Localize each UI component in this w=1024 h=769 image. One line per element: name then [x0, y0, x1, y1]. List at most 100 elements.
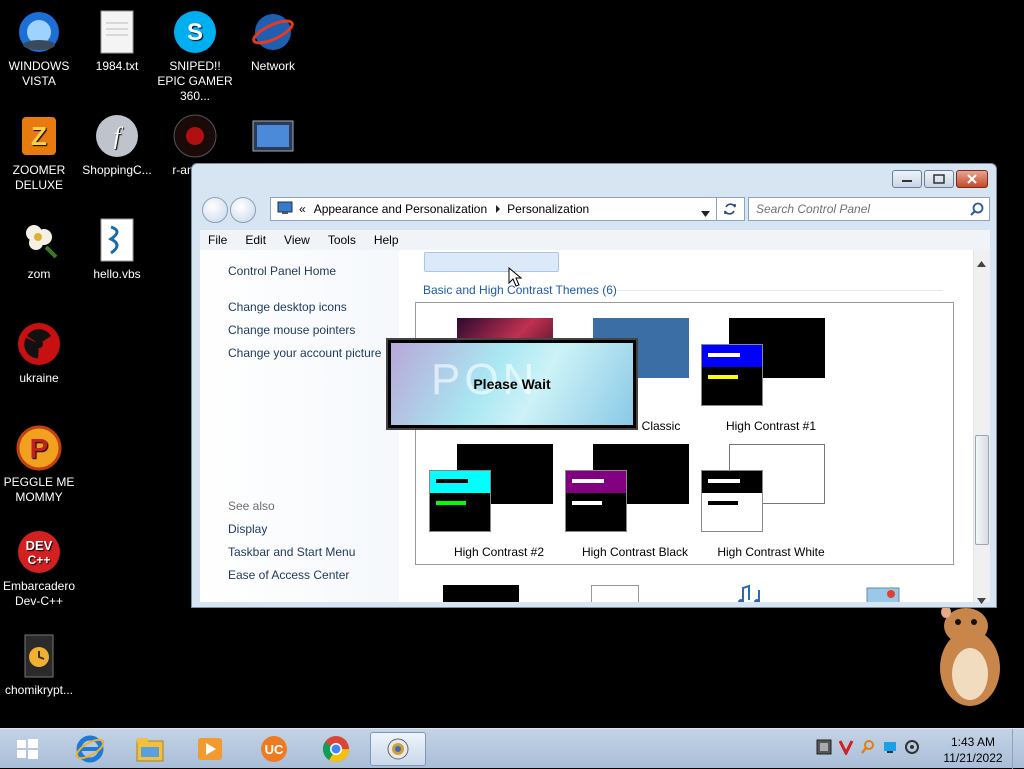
theme-label: High Contrast #2	[453, 545, 545, 559]
taskbar: UC 1:43 AM 11/21/2022	[0, 728, 1024, 769]
desktop-icon-network[interactable]: Network	[234, 8, 312, 74]
breadcrumb-appearance[interactable]: Appearance and Personalization	[314, 202, 487, 216]
desktop-icon-label: ZOOMER DELUXE	[12, 163, 66, 192]
desktop-icon-label: ukraine	[19, 371, 59, 385]
tray-volume-icon[interactable]	[904, 739, 920, 760]
desktop-icon-zom[interactable]: zom	[0, 216, 78, 282]
svg-text:S: S	[187, 19, 203, 46]
desktop-icon-shopping[interactable]: f ShoppingC...	[78, 112, 156, 178]
close-button[interactable]	[956, 170, 988, 188]
sounds-icon[interactable]	[735, 584, 771, 602]
tray-network-icon[interactable]	[882, 739, 898, 760]
theme-window-preview	[701, 470, 763, 532]
desktop-icon-1984-txt[interactable]: 1984.txt	[78, 8, 156, 74]
left-pane: Control Panel Home Change desktop icons …	[200, 250, 399, 602]
taskbar-clock[interactable]: 1:43 AM 11/21/2022	[940, 734, 1006, 766]
minimize-icon	[902, 180, 912, 182]
group-divider	[617, 290, 943, 291]
clock-file-icon	[15, 632, 63, 680]
taskbar-file-explorer[interactable]	[122, 732, 178, 766]
please-wait-text: Please Wait	[473, 376, 551, 392]
tray-app-icon[interactable]	[816, 739, 832, 760]
scroll-down-icon[interactable]	[977, 591, 986, 609]
screen-saver-icon[interactable]	[865, 584, 901, 602]
close-icon	[967, 174, 977, 184]
theme-window-preview	[429, 470, 491, 532]
desktop-icon-label: ShoppingC...	[82, 163, 152, 177]
control-panel-home-link[interactable]: Control Panel Home	[228, 264, 336, 278]
theme-top-dark[interactable]	[424, 252, 559, 272]
mouse-cursor-icon	[508, 266, 523, 292]
scrollbar-thumb[interactable]	[975, 435, 989, 545]
svg-text:C++: C++	[28, 553, 51, 567]
control-panel-icon	[277, 201, 293, 218]
menu-help[interactable]: Help	[366, 233, 407, 247]
desktop-icon-chomikrypt[interactable]: chomikrypt...	[0, 632, 78, 698]
theme-top-light[interactable]	[561, 252, 696, 272]
show-desktop-button[interactable]	[1012, 729, 1024, 769]
forward-button[interactable]	[230, 197, 256, 223]
display-link[interactable]: Display	[228, 522, 267, 536]
address-bar[interactable]: « Appearance and Personalization Persona…	[270, 197, 745, 221]
window-controls	[892, 170, 988, 188]
address-dropdown-icon[interactable]	[701, 206, 710, 220]
back-button[interactable]	[202, 197, 228, 223]
flash-icon: f	[93, 112, 141, 160]
windows-vista-icon	[15, 8, 63, 56]
radiation-icon	[15, 320, 63, 368]
desktop-icon-sniped-epic-gamer[interactable]: S SNIPED!! EPIC GAMER 360...	[156, 8, 234, 104]
see-also-label: See also	[228, 499, 275, 513]
taskbar-media-player[interactable]	[182, 732, 238, 766]
scroll-up-icon[interactable]	[977, 254, 986, 272]
clock-time: 1:43 AM	[950, 735, 996, 749]
taskbar-chrome[interactable]	[308, 732, 364, 766]
tray-antivirus-icon[interactable]	[838, 739, 854, 760]
clock-date: 11/21/2022	[943, 751, 1003, 765]
navigation-row: « Appearance and Personalization Persona…	[200, 194, 990, 224]
taskbar-internet-explorer[interactable]	[62, 732, 118, 766]
menu-edit[interactable]: Edit	[237, 233, 274, 247]
r-ant-icon	[171, 112, 219, 160]
uc-browser-icon: UC	[261, 736, 287, 762]
skype-icon: S	[171, 8, 219, 56]
refresh-button[interactable]	[716, 197, 743, 221]
search-icon[interactable]	[970, 202, 984, 219]
desktop-icon-hello-vbs[interactable]: hello.vbs	[78, 216, 156, 282]
tray-search-icon[interactable]	[860, 739, 876, 760]
svg-text:DEV: DEV	[26, 538, 53, 553]
start-button[interactable]	[0, 732, 54, 766]
change-mouse-pointers-link[interactable]: Change mouse pointers	[228, 323, 355, 337]
control-panel-icon	[387, 738, 409, 760]
desktop-icon-label: 1984.txt	[95, 59, 139, 73]
search-input[interactable]: Search Control Panel	[748, 197, 990, 221]
change-desktop-icons-link[interactable]: Change desktop icons	[228, 300, 347, 314]
menu-file[interactable]: File	[200, 233, 235, 247]
svg-text:UC: UC	[265, 742, 284, 757]
taskbar-start-menu-link[interactable]: Taskbar and Start Menu	[228, 545, 355, 559]
please-wait-panel: PON Please Wait	[391, 343, 633, 425]
desktop-icon-label: zom	[27, 267, 51, 281]
menu-tools[interactable]: Tools	[320, 233, 364, 247]
change-account-picture-link[interactable]: Change your account picture	[228, 346, 381, 360]
window-color-thumbnail[interactable]	[591, 585, 639, 602]
refresh-icon	[724, 203, 736, 215]
tv-icon	[249, 112, 297, 160]
desktop-icon-ukraine[interactable]: ukraine	[0, 320, 78, 386]
breadcrumb-personalization[interactable]: Personalization	[507, 202, 589, 216]
minimize-button[interactable]	[892, 170, 922, 188]
desktop-icon-zoomer-deluxe[interactable]: Z ZOOMER DELUXE	[0, 112, 78, 193]
vertical-scrollbar[interactable]	[973, 250, 990, 604]
desktop-icon-devcpp[interactable]: DEV C++ Embarcadero Dev-C++	[0, 528, 78, 609]
taskbar-control-panel[interactable]	[370, 732, 426, 766]
breadcrumb-prefix[interactable]: «	[299, 202, 306, 216]
desktop-icon-peggle[interactable]: P PEGGLE ME MOMMY	[0, 424, 78, 505]
taskbar-uc-browser[interactable]: UC	[246, 732, 302, 766]
desktop-background-thumbnail[interactable]	[443, 585, 519, 602]
file-explorer-icon	[136, 738, 164, 762]
desktop-icon-tv[interactable]	[234, 112, 312, 163]
desktop-icon-windows-vista[interactable]: WINDOWS VISTA	[0, 8, 78, 89]
menu-view[interactable]: View	[276, 233, 318, 247]
maximize-button[interactable]	[924, 170, 954, 188]
windows-logo-icon	[17, 739, 38, 759]
ease-of-access-link[interactable]: Ease of Access Center	[228, 568, 349, 582]
